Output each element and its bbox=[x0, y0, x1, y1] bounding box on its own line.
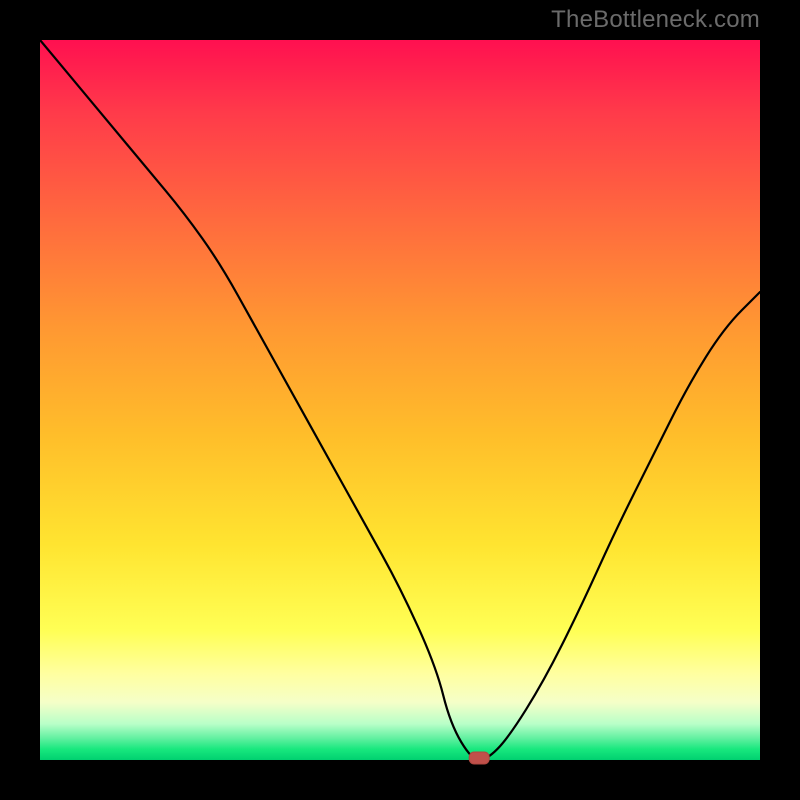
bottleneck-curve bbox=[40, 40, 760, 760]
chart-frame: TheBottleneck.com bbox=[0, 0, 800, 800]
optimal-marker bbox=[469, 752, 489, 764]
plot-area bbox=[40, 40, 760, 760]
plot-svg bbox=[40, 40, 760, 760]
watermark-label: TheBottleneck.com bbox=[551, 6, 760, 34]
